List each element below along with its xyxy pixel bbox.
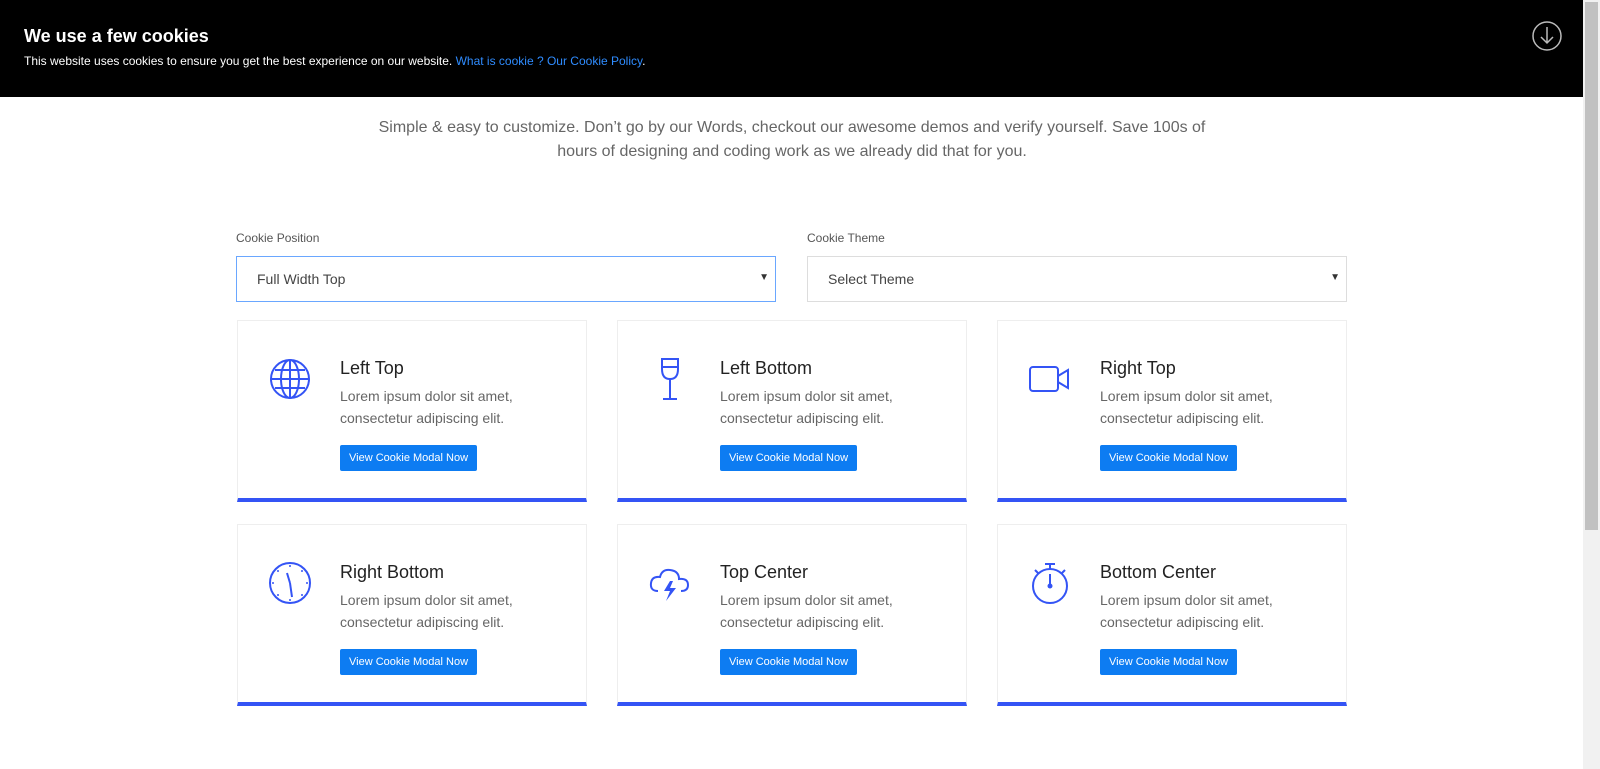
- card-top-center: Top Center Lorem ipsum dolor sit amet, c…: [617, 524, 967, 706]
- video-camera-icon: [1029, 366, 1069, 392]
- cookie-position-select[interactable]: Full Width Top ▼: [236, 256, 776, 302]
- cookie-banner-message: This website uses cookies to ensure you …: [24, 54, 453, 68]
- storm-cloud-icon: [649, 568, 690, 601]
- cookie-theme-value: Select Theme: [828, 271, 915, 287]
- cookie-policy-link[interactable]: What is cookie ? Our Cookie Policy: [456, 54, 643, 68]
- view-cookie-modal-button[interactable]: View Cookie Modal Now: [1100, 445, 1238, 471]
- chevron-down-icon: ▼: [1330, 272, 1340, 283]
- cookie-theme-label: Cookie Theme: [807, 231, 885, 245]
- card-right-top: Right Top Lorem ipsum dolor sit amet, co…: [997, 320, 1347, 502]
- cookie-banner-text: This website uses cookies to ensure you …: [24, 54, 645, 68]
- cookie-theme-select[interactable]: Select Theme ▼: [807, 256, 1347, 302]
- card-desc-line-2: consectetur adipiscing elit.: [340, 614, 505, 630]
- view-cookie-modal-button[interactable]: View Cookie Modal Now: [720, 445, 858, 471]
- card-title: Top Center: [720, 562, 809, 582]
- wine-glass-icon: [661, 358, 679, 400]
- cookie-banner: We use a few cookies This website uses c…: [0, 0, 1583, 97]
- card-title: Left Top: [340, 358, 404, 378]
- chevron-down-icon: ▼: [759, 272, 769, 283]
- card-desc-line-2: consectetur adipiscing elit.: [720, 410, 885, 426]
- view-cookie-modal-button[interactable]: View Cookie Modal Now: [720, 649, 858, 675]
- stopwatch-icon: [1032, 563, 1068, 604]
- intro-line-1: Simple & easy to customize. Don’t go by …: [378, 119, 1206, 136]
- vertical-scrollbar[interactable]: [1583, 0, 1600, 769]
- clock-icon: [269, 562, 311, 604]
- card-description: Lorem ipsum dolor sit amet, consectetur …: [340, 589, 570, 633]
- card-description: Lorem ipsum dolor sit amet, consectetur …: [340, 385, 570, 429]
- card-description: Lorem ipsum dolor sit amet, consectetur …: [720, 385, 950, 429]
- view-cookie-modal-button[interactable]: View Cookie Modal Now: [340, 445, 478, 471]
- card-left-top: Left Top Lorem ipsum dolor sit amet, con…: [237, 320, 587, 502]
- card-desc-line-1: Lorem ipsum dolor sit amet,: [340, 592, 513, 608]
- scrollbar-thumb[interactable]: [1585, 2, 1598, 530]
- card-desc-line-1: Lorem ipsum dolor sit amet,: [340, 388, 513, 404]
- download-circle-icon[interactable]: [1531, 20, 1563, 52]
- card-desc-line-1: Lorem ipsum dolor sit amet,: [1100, 592, 1273, 608]
- card-desc-line-2: consectetur adipiscing elit.: [1100, 614, 1265, 630]
- card-title: Right Top: [1100, 358, 1176, 378]
- cookie-banner-title: We use a few cookies: [24, 26, 209, 46]
- card-desc-line-1: Lorem ipsum dolor sit amet,: [720, 592, 893, 608]
- card-desc-line-2: consectetur adipiscing elit.: [340, 410, 505, 426]
- intro-line-2: hours of designing and coding work as we…: [557, 143, 1027, 160]
- cookie-position-label: Cookie Position: [236, 231, 320, 245]
- card-title: Left Bottom: [720, 358, 813, 378]
- card-description: Lorem ipsum dolor sit amet, consectetur …: [1100, 385, 1330, 429]
- card-desc-line-1: Lorem ipsum dolor sit amet,: [1100, 388, 1273, 404]
- card-title: Bottom Center: [1100, 562, 1217, 582]
- card-desc-line-1: Lorem ipsum dolor sit amet,: [720, 388, 893, 404]
- cookie-banner-period: .: [642, 54, 646, 68]
- card-title: Right Bottom: [340, 562, 445, 582]
- view-cookie-modal-button[interactable]: View Cookie Modal Now: [340, 649, 478, 675]
- card-description: Lorem ipsum dolor sit amet, consectetur …: [720, 589, 950, 633]
- view-cookie-modal-button[interactable]: View Cookie Modal Now: [1100, 649, 1238, 675]
- card-left-bottom: Left Bottom Lorem ipsum dolor sit amet, …: [617, 320, 967, 502]
- card-description: Lorem ipsum dolor sit amet, consectetur …: [1100, 589, 1330, 633]
- card-desc-line-2: consectetur adipiscing elit.: [1100, 410, 1265, 426]
- card-desc-line-2: consectetur adipiscing elit.: [720, 614, 885, 630]
- card-right-bottom: Right Bottom Lorem ipsum dolor sit amet,…: [237, 524, 587, 706]
- cookie-position-value: Full Width Top: [257, 271, 346, 287]
- card-bottom-center: Bottom Center Lorem ipsum dolor sit amet…: [997, 524, 1347, 706]
- globe-icon: [270, 359, 310, 399]
- intro-text: Simple & easy to customize. Don’t go by …: [372, 116, 1212, 164]
- page: We use a few cookies This website uses c…: [0, 0, 1583, 769]
